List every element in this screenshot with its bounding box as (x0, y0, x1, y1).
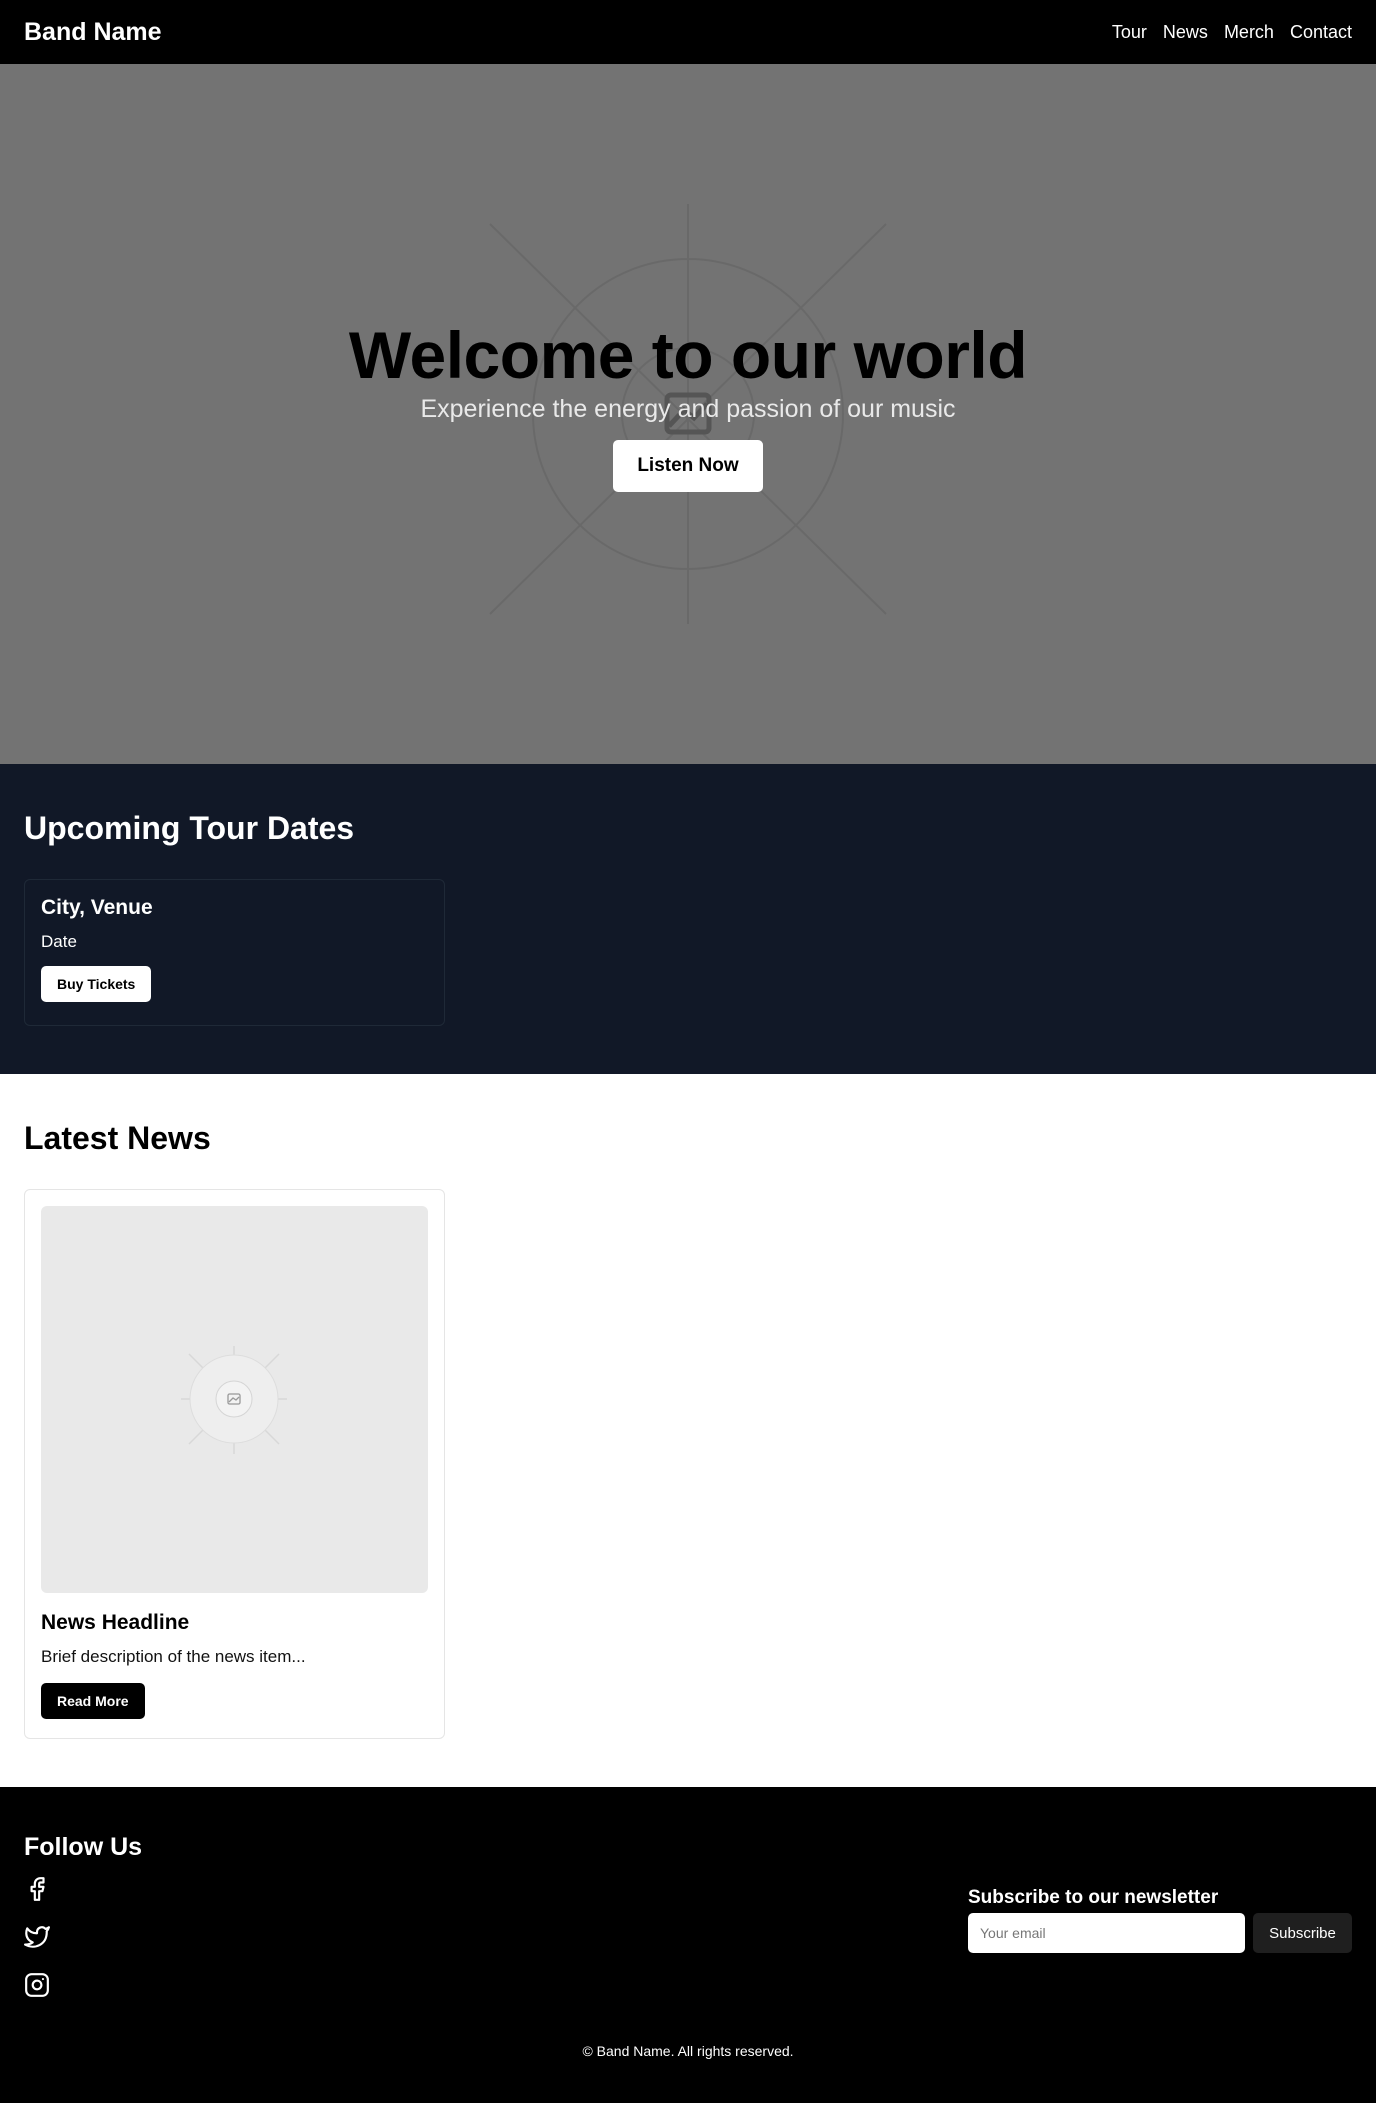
newsletter-form: Subscribe to our newsletter Subscribe (968, 1887, 1352, 1953)
news-section: Latest News News Headline Brief descript… (0, 1074, 1376, 1787)
news-image (41, 1206, 428, 1593)
tour-card: City, Venue Date Buy Tickets (24, 879, 445, 1026)
hero-content: Welcome to our world Experience the ener… (0, 64, 1376, 764)
nav-link-tour[interactable]: Tour (1112, 22, 1147, 43)
twitter-icon[interactable] (24, 1924, 50, 1950)
tour-section: Upcoming Tour Dates City, Venue Date Buy… (0, 764, 1376, 1074)
tour-section-title: Upcoming Tour Dates (24, 810, 355, 846)
news-card: News Headline Brief description of the n… (24, 1189, 445, 1739)
read-more-button[interactable]: Read More (41, 1683, 145, 1719)
copyright-text: © Band Name. All rights reserved. (582, 2043, 794, 2059)
news-image-placeholder (181, 1346, 287, 1454)
footer: Follow Us Subscribe to our newsletter Su… (0, 1787, 1376, 2103)
news-headline: News Headline (41, 1611, 190, 1634)
facebook-icon[interactable] (24, 1876, 50, 1902)
buy-tickets-button[interactable]: Buy Tickets (41, 966, 152, 1002)
nav-link-news[interactable]: News (1163, 22, 1208, 43)
subscribe-button[interactable]: Subscribe (1253, 1913, 1352, 1953)
nav-link-contact[interactable]: Contact (1290, 22, 1352, 43)
email-input[interactable] (968, 1913, 1245, 1953)
nav-links: Tour News Merch Contact (1112, 22, 1352, 43)
newsletter-title: Subscribe to our newsletter (968, 1887, 1219, 1908)
tour-city-venue: City, Venue (41, 896, 153, 919)
newsletter-row: Subscribe (968, 1913, 1352, 1953)
tour-date: Date (41, 932, 77, 951)
follow-us-title: Follow Us (24, 1833, 143, 1861)
hero-subtitle: Experience the energy and passion of our… (420, 395, 956, 424)
news-section-title: Latest News (24, 1120, 211, 1156)
news-description: Brief description of the news item... (41, 1647, 306, 1666)
instagram-icon[interactable] (24, 1972, 50, 1998)
top-nav: Band Name Tour News Merch Contact (0, 0, 1376, 64)
listen-now-button[interactable]: Listen Now (613, 440, 763, 493)
hero-title: Welcome to our world (348, 318, 1028, 392)
brand-logo[interactable]: Band Name (24, 18, 162, 47)
hero-section: Welcome to our world Experience the ener… (0, 64, 1376, 764)
nav-link-merch[interactable]: Merch (1224, 22, 1274, 43)
